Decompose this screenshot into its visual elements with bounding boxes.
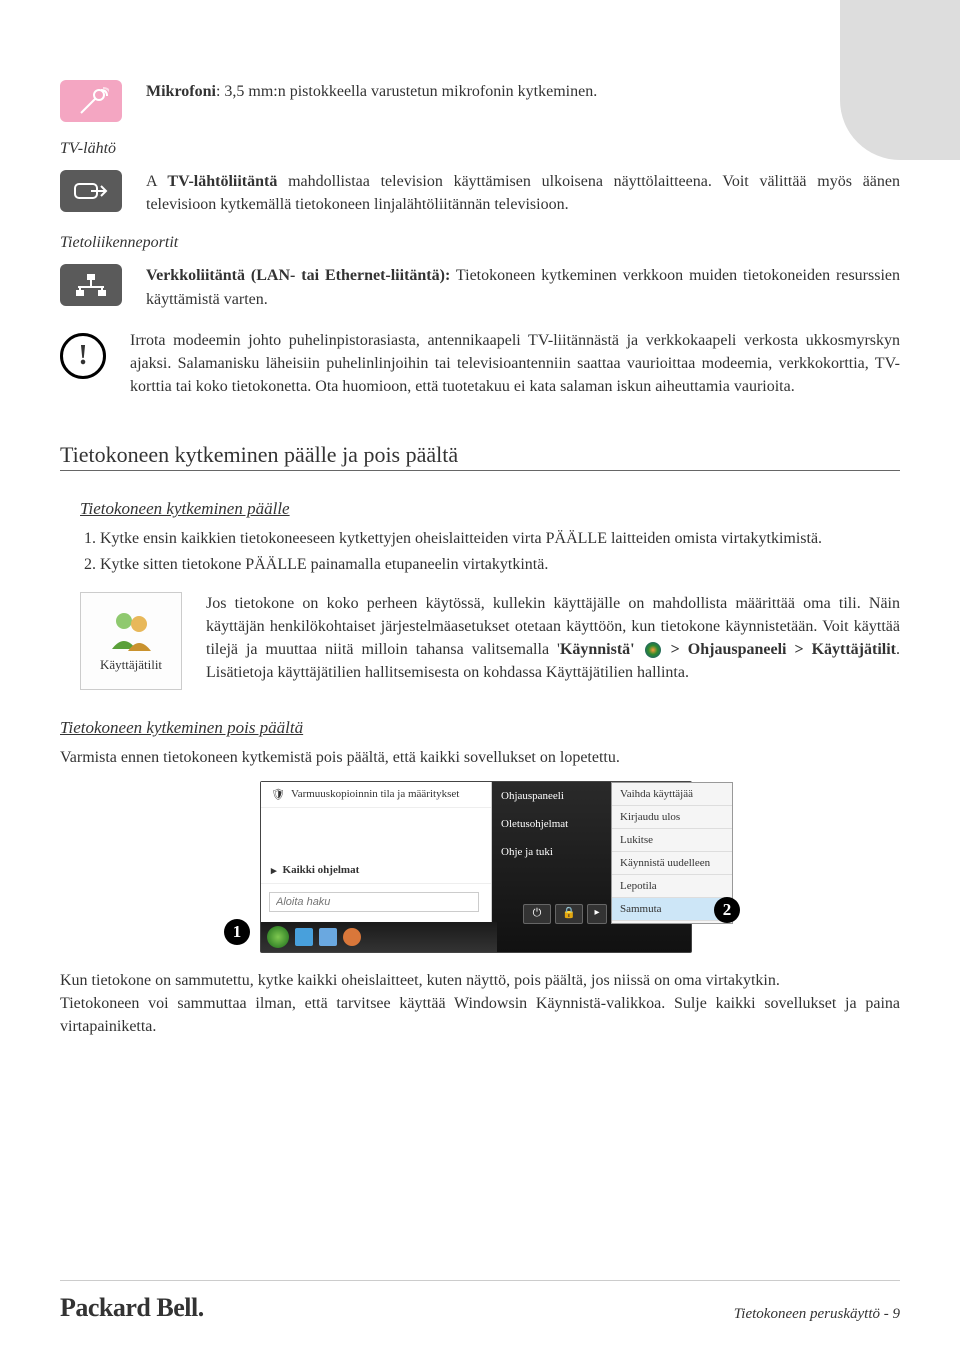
start-search-input bbox=[269, 892, 479, 912]
tv-out-icon bbox=[60, 170, 122, 212]
power-off-p1: Kun tietokone on sammutettu, kytke kaikk… bbox=[60, 969, 900, 992]
user-accounts-text: Jos tietokone on koko perheen käytössä, … bbox=[206, 592, 900, 685]
ethernet-icon bbox=[60, 264, 122, 306]
shutdown-arrow-icon: ▸ bbox=[587, 904, 607, 924]
power-button-icon: ⏻ bbox=[523, 904, 551, 924]
default-programs-item: Oletusohjelmat bbox=[491, 810, 611, 838]
callout-badge-1: 1 bbox=[224, 919, 250, 945]
restart-item: Käynnistä uudelleen bbox=[612, 852, 732, 875]
callout-badge-2: 2 bbox=[714, 897, 740, 923]
page-corner-decoration bbox=[840, 0, 960, 160]
tv-out-heading: TV-lähtö bbox=[60, 140, 900, 158]
start-button-icon bbox=[267, 926, 289, 948]
user-accounts-tile: Käyttäjätilit bbox=[80, 592, 182, 690]
control-panel-item: Ohjauspaneeli bbox=[491, 782, 611, 810]
tv-out-description: A TV-lähtöliitäntä mahdollistaa televisi… bbox=[146, 170, 900, 216]
power-on-heading: Tietokoneen kytkeminen päälle bbox=[60, 499, 900, 519]
power-heading: Tietokoneen kytkeminen päälle ja pois pä… bbox=[60, 442, 900, 471]
user-accounts-label: Käyttäjätilit bbox=[100, 657, 162, 673]
all-programs-item: ▸Kaikki ohjelmat bbox=[261, 858, 491, 884]
logoff-item: Kirjaudu ulos bbox=[612, 806, 732, 829]
switch-user-item: Vaihda käyttäjää bbox=[612, 783, 732, 806]
start-menu-screenshot: 🛡Varmuuskopioinnin tila ja määritykset ▸… bbox=[220, 781, 740, 951]
network-description: Verkkoliitäntä (LAN- tai Ethernet-liitän… bbox=[146, 264, 900, 310]
taskbar-app-icon bbox=[319, 928, 337, 946]
sleep-item: Lepotila bbox=[612, 875, 732, 898]
backup-status-item: 🛡Varmuuskopioinnin tila ja määritykset bbox=[261, 782, 491, 808]
microphone-icon bbox=[60, 80, 122, 122]
network-ports-heading: Tietoliikenneportit bbox=[60, 234, 900, 252]
power-on-step-2: Kytke sitten tietokone PÄÄLLE painamalla… bbox=[100, 553, 900, 576]
warning-icon: ! bbox=[60, 333, 106, 379]
start-orb-icon bbox=[645, 642, 661, 658]
microphone-label: Mikrofoni bbox=[146, 83, 216, 100]
page-number: Tietokoneen peruskäyttö - 9 bbox=[734, 1306, 900, 1323]
users-icon bbox=[107, 609, 155, 651]
brand-logo: Packard Bell. bbox=[60, 1293, 204, 1323]
taskbar-app-icon bbox=[295, 928, 313, 946]
power-off-p2: Tietokoneen voi sammuttaa ilman, että ta… bbox=[60, 992, 900, 1038]
power-on-step-1: Kytke ensin kaikkien tietokoneeseen kytk… bbox=[100, 527, 900, 550]
help-support-item: Ohje ja tuki bbox=[491, 838, 611, 866]
lock-button-icon: 🔒 bbox=[555, 904, 583, 924]
power-off-heading: Tietokoneen kytkeminen pois päältä bbox=[60, 718, 900, 738]
tv-out-label: TV-lähtöliitäntä bbox=[167, 173, 277, 190]
network-label: Verkkoliitäntä (LAN- tai Ethernet-liitän… bbox=[146, 267, 450, 284]
lock-item: Lukitse bbox=[612, 829, 732, 852]
warning-text: Irrota modeemin johto puhelinpistorasias… bbox=[130, 329, 900, 399]
taskbar-app-icon bbox=[343, 928, 361, 946]
power-off-intro: Varmista ennen tietokoneen kytkemistä po… bbox=[60, 746, 900, 769]
microphone-description: Mikrofoni: 3,5 mm:n pistokkeella varuste… bbox=[146, 80, 597, 103]
